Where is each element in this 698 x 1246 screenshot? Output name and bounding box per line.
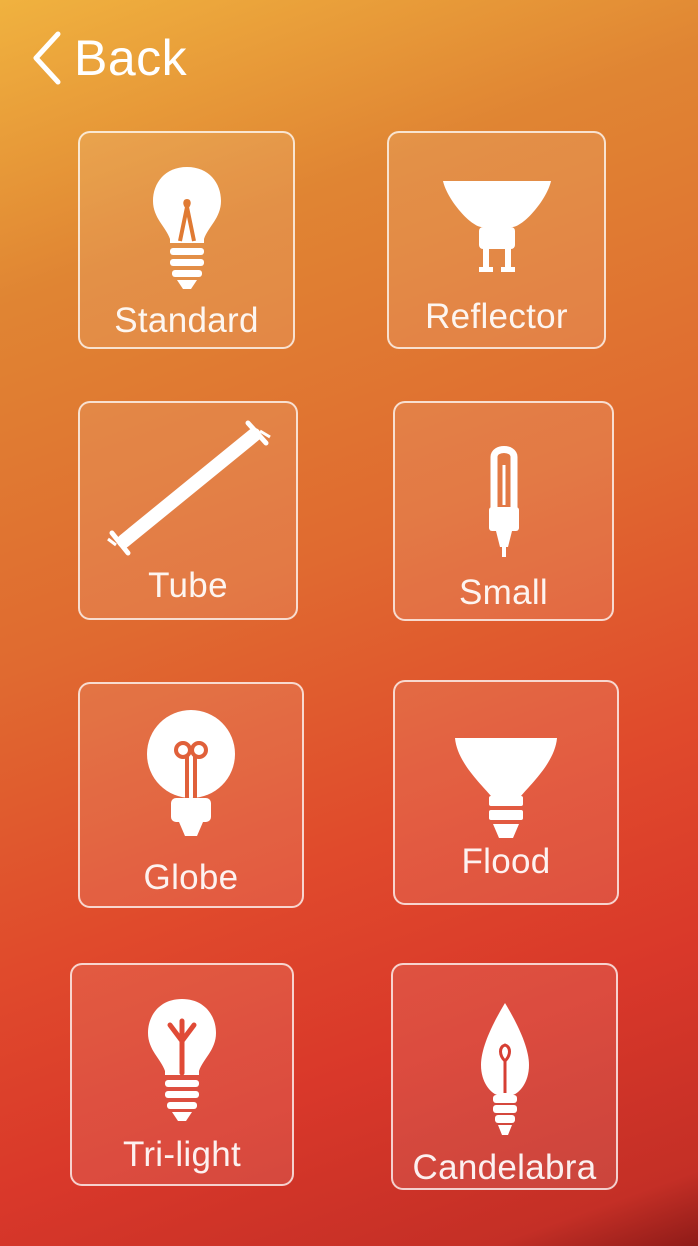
bulb-type-label: Reflector — [425, 297, 568, 336]
bulb-type-tri-light[interactable]: Tri-light — [70, 963, 294, 1186]
bulb-type-globe[interactable]: Globe — [78, 682, 304, 908]
back-button[interactable]: Back — [30, 30, 187, 86]
bulb-type-label: Tri-light — [122, 1135, 242, 1174]
tri-light-bulb-icon — [148, 999, 216, 1121]
bulb-type-tube[interactable]: Tube — [78, 401, 298, 620]
bulb-type-reflector[interactable]: Reflector — [387, 131, 606, 349]
bulb-type-small[interactable]: Small — [393, 401, 614, 621]
standard-bulb-icon — [152, 167, 221, 289]
bulb-type-label: Candelabra — [412, 1148, 597, 1187]
back-label: Back — [74, 30, 188, 86]
bulb-type-standard[interactable]: Standard — [78, 131, 295, 349]
small-bulb-icon — [488, 446, 519, 557]
bulb-type-label: Tube — [148, 566, 228, 605]
bulb-type-label: Small — [458, 573, 549, 612]
bulb-type-label: Standard — [114, 301, 259, 340]
bulb-type-candelabra[interactable]: Candelabra — [391, 963, 618, 1190]
chevron-left-icon — [33, 31, 61, 85]
tube-bulb-icon — [107, 420, 271, 556]
bulb-type-flood[interactable]: Flood — [393, 680, 619, 905]
bulb-type-label: Globe — [143, 858, 239, 897]
candelabra-bulb-icon — [480, 1003, 529, 1135]
flood-bulb-icon — [455, 738, 557, 838]
bulb-type-label: Flood — [461, 842, 551, 881]
reflector-bulb-icon — [442, 181, 551, 272]
globe-bulb-icon — [147, 710, 235, 836]
